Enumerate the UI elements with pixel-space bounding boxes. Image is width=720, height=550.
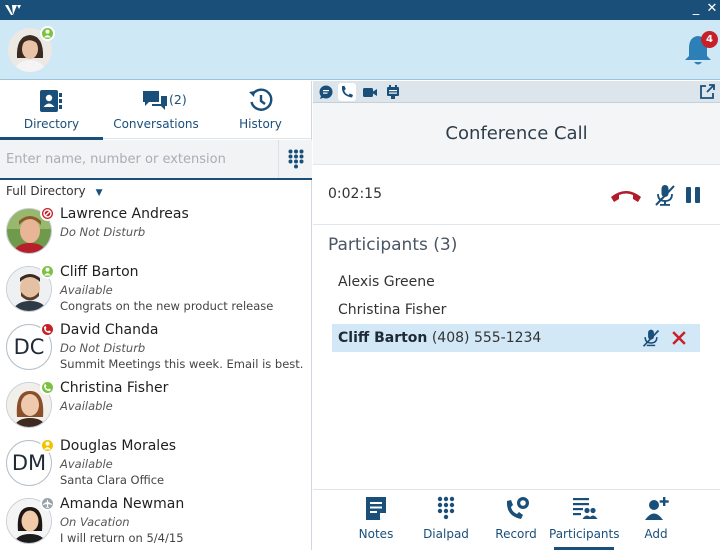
contact-list-item[interactable]: Christina Fisher Available <box>0 378 311 436</box>
main-tabs: Directory (2) Conversations History <box>0 81 312 140</box>
contact-list-item[interactable]: Lawrence Andreas Do Not Disturb <box>0 204 311 262</box>
contact-note: I will return on 5/4/15 <box>60 531 184 545</box>
record-button[interactable]: Record <box>481 490 551 550</box>
participant-number: (408) 555-1234 <box>431 330 542 346</box>
contact-status: Available <box>60 283 113 297</box>
conversations-count-badge: (2) <box>169 92 187 107</box>
dialpad-icon <box>437 496 455 520</box>
close-button[interactable]: ✕ <box>702 0 720 20</box>
presence-available-icon <box>40 264 55 279</box>
mute-microphone-icon[interactable] <box>653 183 677 207</box>
mode-toolbar <box>313 81 720 103</box>
call-timer: 0:02:15 <box>328 186 382 202</box>
presence-away-icon <box>40 438 55 453</box>
contact-name: Christina Fisher <box>60 380 169 396</box>
contact-list-item[interactable]: DC David Chanda Do Not Disturb Summit Me… <box>0 320 311 378</box>
left-panel: Directory (2) Conversations History Ente… <box>0 81 312 550</box>
dialpad-grid-icon <box>288 149 304 169</box>
contact-status: Do Not Disturb <box>60 225 146 239</box>
presence-on-call-icon <box>40 380 55 395</box>
record-icon <box>506 497 529 519</box>
contact-list-item[interactable]: DM Douglas Morales Available Santa Clara… <box>0 436 311 494</box>
tab-conversations-label: Conversations <box>113 117 199 131</box>
app-logo-icon <box>5 5 21 15</box>
contact-name: David Chanda <box>60 322 159 338</box>
dialpad-toggle-button[interactable] <box>278 140 312 178</box>
contact-name: Cliff Barton <box>60 264 139 280</box>
tab-directory[interactable]: Directory <box>0 81 103 140</box>
call-action-bar: Notes Dialpad Record Participants Add <box>313 489 720 550</box>
contact-note: Congrats on the new product release <box>60 299 274 313</box>
tab-conversations[interactable]: (2) Conversations <box>103 81 209 139</box>
contact-note: Santa Clara Office <box>60 473 165 487</box>
directory-filter-dropdown[interactable]: Full Directory ▼ <box>6 184 103 198</box>
title-bar: _ ✕ <box>0 0 720 20</box>
search-bar <box>0 140 312 180</box>
contact-note: Summit Meetings this week. Email is best… <box>60 357 304 371</box>
presence-dnd-phone-icon <box>40 322 55 337</box>
contact-name: Lawrence Andreas <box>60 206 189 222</box>
search-input[interactable] <box>0 140 276 178</box>
participants-heading: Participants (3) <box>328 235 458 255</box>
directory-filter-label: Full Directory <box>6 184 86 198</box>
participants-label: Participants <box>549 527 620 541</box>
participants-icon <box>573 498 598 519</box>
video-mode-icon[interactable] <box>361 83 379 101</box>
participant-row[interactable]: Alexis Greene <box>332 268 700 296</box>
participant-name: Cliff Barton <box>338 330 428 346</box>
call-title: Conference Call <box>313 103 720 165</box>
add-person-icon <box>645 497 669 520</box>
contact-list-item[interactable]: Amanda Newman On Vacation I will return … <box>0 494 311 550</box>
contact-status: On Vacation <box>60 515 130 529</box>
presence-available-icon <box>40 26 55 41</box>
pause-icon[interactable] <box>681 183 705 207</box>
dialpad-button[interactable]: Dialpad <box>411 490 481 550</box>
phone-mode-icon[interactable] <box>338 83 356 101</box>
participant-name: Alexis Greene <box>338 274 435 290</box>
history-clock-icon <box>249 88 273 111</box>
contact-name: Douglas Morales <box>60 438 177 454</box>
tab-history-label: History <box>239 117 282 131</box>
hang-up-icon[interactable] <box>609 183 643 207</box>
chat-mode-icon[interactable] <box>317 83 335 101</box>
mute-participant-icon[interactable] <box>641 328 661 348</box>
participant-row[interactable]: Christina Fisher <box>332 296 700 324</box>
notes-label: Notes <box>358 527 394 541</box>
call-controls: 0:02:15 <box>313 165 720 225</box>
chat-bubbles-icon <box>143 91 167 110</box>
contact-status: Do Not Disturb <box>60 341 146 355</box>
dialpad-label: Dialpad <box>423 527 469 541</box>
pop-out-icon[interactable] <box>698 83 716 101</box>
record-label: Record <box>495 527 537 541</box>
participant-row-selected[interactable]: Cliff Barton (408) 555-1234 <box>332 324 700 352</box>
contact-list-item[interactable]: Cliff Barton Available Congrats on the n… <box>0 262 311 320</box>
participant-name: Christina Fisher <box>338 302 447 318</box>
tab-history[interactable]: History <box>209 81 312 139</box>
contact-status: Available <box>60 399 113 413</box>
tab-directory-label: Directory <box>23 117 80 131</box>
remove-participant-icon[interactable] <box>669 328 689 348</box>
notes-button[interactable]: Notes <box>341 490 411 550</box>
contact-list: Lawrence Andreas Do Not Disturb Cliff Ba… <box>0 204 311 550</box>
notes-icon <box>366 497 386 520</box>
share-mode-icon[interactable] <box>384 83 402 101</box>
presence-travel-icon <box>40 496 55 511</box>
presence-dnd-icon <box>40 206 55 221</box>
notification-count-badge: 4 <box>701 31 718 48</box>
contact-name: Amanda Newman <box>60 496 185 512</box>
add-participant-button[interactable]: Add <box>621 490 691 550</box>
contact-status: Available <box>60 457 113 471</box>
app-header: 4 <box>0 20 720 80</box>
add-label: Add <box>644 527 668 541</box>
call-panel: Conference Call 0:02:15 Participants (3)… <box>313 81 720 550</box>
chevron-down-icon: ▼ <box>95 188 103 198</box>
contact-card-icon <box>40 90 62 112</box>
participants-button[interactable]: Participants <box>549 490 620 550</box>
